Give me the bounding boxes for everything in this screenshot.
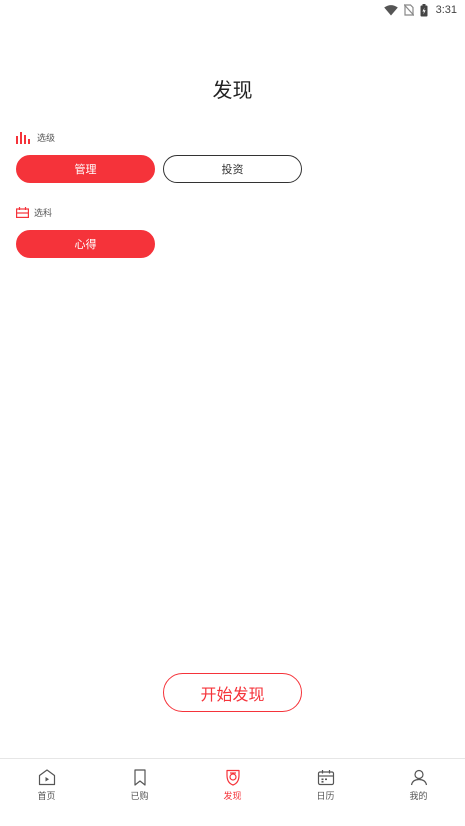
section-label-level: 选级 (16, 131, 55, 144)
tab-calendar[interactable]: 日历 (279, 759, 372, 826)
tab-mine[interactable]: 我的 (372, 759, 465, 826)
tab-label: 日历 (316, 792, 335, 802)
start-discover-button[interactable]: 开始发现 (163, 673, 302, 712)
tab-discover[interactable]: 发现 (186, 759, 279, 826)
status-time: 3:31 (435, 4, 457, 16)
bookmark-icon (133, 769, 146, 786)
bottom-tab-bar: 首页 已购 发现 日历 我的 (0, 758, 465, 826)
tab-label: 已购 (130, 792, 149, 802)
section-label-text: 选科 (34, 209, 53, 219)
page-title: 发现 (212, 78, 253, 102)
battery-charging-icon (420, 3, 428, 16)
tab-label: 我的 (409, 792, 428, 802)
section-label-text: 选级 (37, 134, 56, 144)
wifi-icon (383, 4, 398, 16)
status-bar: 3:31 (0, 0, 465, 20)
option-insight[interactable]: 心得 (16, 230, 155, 258)
option-management[interactable]: 管理 (16, 155, 155, 183)
bar-level-icon (16, 131, 30, 144)
tab-home[interactable]: 首页 (0, 759, 93, 826)
user-icon (410, 769, 427, 786)
tab-label: 发现 (223, 792, 242, 802)
option-investment[interactable]: 投资 (163, 155, 302, 183)
no-sim-icon (403, 4, 414, 16)
tab-purchased[interactable]: 已购 (93, 759, 186, 826)
calendar-icon (317, 770, 334, 786)
section-label-subject: 选科 (16, 206, 52, 219)
subject-icon (16, 207, 29, 218)
discover-icon (225, 769, 240, 786)
home-play-icon (38, 769, 55, 786)
tab-label: 首页 (37, 792, 56, 802)
